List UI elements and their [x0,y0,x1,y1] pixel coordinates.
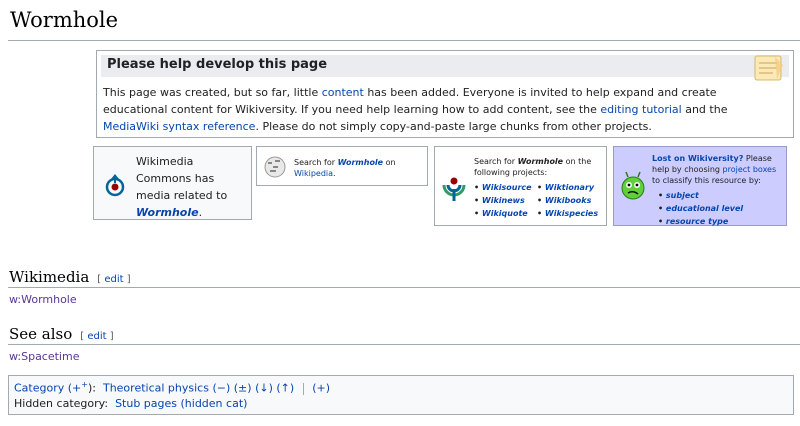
modify-category-button[interactable]: (±) [234,382,252,395]
content-link[interactable]: content [322,86,364,99]
sister-projects-box: Search for Wormhole on the following pro… [434,146,607,226]
commons-box: Wikimedia Commons has media related to W… [93,146,252,220]
confused-alien-icon [621,171,645,200]
category-label-link[interactable]: Category [14,382,64,395]
wikimedia-logo-icon [442,177,466,201]
sister-term: Wormhole [517,157,564,166]
hidden-category-label: Hidden category: [14,397,109,410]
notice-text: This page was created, but so far, littl… [103,86,728,133]
project-wikiquote[interactable]: Wikiquote [482,209,528,218]
section-divider [8,344,800,345]
hidden-category-link[interactable]: Stub pages (hidden cat) [115,397,247,410]
wikipedia-search-box: Search for Wormhole on Wikipedia. [256,146,428,186]
edit-see-also-link[interactable]: edit [87,331,106,342]
wikipedia-term: Wormhole [337,158,384,167]
wikimedia-commons-icon [105,174,125,197]
project-wikispecies[interactable]: Wikispecies [545,209,598,218]
classify-list: subject educational level resource type [652,189,784,228]
project-wikisource[interactable]: Wikisource [482,183,532,192]
category-theoretical-physics-link[interactable]: Theoretical physics [103,382,209,395]
category-separator [302,382,304,395]
remove-category-button[interactable]: (−) [212,382,230,395]
mediawiki-syntax-link[interactable]: MediaWiki syntax reference [103,120,255,133]
project-wiktionary[interactable]: Wiktionary [545,183,594,192]
category-box: Category (++): Theoretical physics (−) (… [8,375,794,415]
page-title: Wormhole [10,8,119,32]
section-divider [8,287,800,288]
notepad-icon [754,55,783,81]
classify-subject[interactable]: subject [666,191,699,200]
w-wormhole-link[interactable]: w:Wormhole [9,293,77,306]
section-heading-wikimedia: Wikimedia[ edit ] [9,268,131,286]
wikipedia-link[interactable]: Wikipedia [294,169,333,178]
add-category-button[interactable]: (+ [68,382,82,395]
w-spacetime-link[interactable]: w:Spacetime [9,350,79,363]
wikipedia-globe-icon [264,156,286,178]
editing-tutorial-link[interactable]: editing tutorial [600,103,681,116]
title-divider [8,40,800,41]
notice-heading: Please help develop this page [101,55,789,77]
project-wikinews[interactable]: Wikinews [482,196,525,205]
project-wikibooks[interactable]: Wikibooks [545,196,591,205]
edit-wikimedia-link[interactable]: edit [104,274,123,285]
classify-educational-level[interactable]: educational level [666,204,743,213]
add-another-category-button[interactable]: (+) [312,382,330,395]
project-boxes-link[interactable]: project boxes [723,165,777,174]
sort-down-button[interactable]: (↓) [255,382,273,395]
commons-wormhole-link[interactable]: Wormhole [136,206,199,219]
lost-on-wikiversity-box: Lost on Wikiversity? Please help by choo… [613,146,787,226]
develop-notice: Please help develop this page This page … [96,50,794,138]
sister-project-list: Wikisource Wiktionary Wikinews Wikibooks… [474,182,604,219]
lost-heading: Lost on Wikiversity? [652,154,744,163]
section-heading-see-also: See also[ edit ] [9,325,114,343]
classify-resource-type[interactable]: resource type [666,217,728,226]
sort-up-button[interactable]: (↑) [276,382,294,395]
